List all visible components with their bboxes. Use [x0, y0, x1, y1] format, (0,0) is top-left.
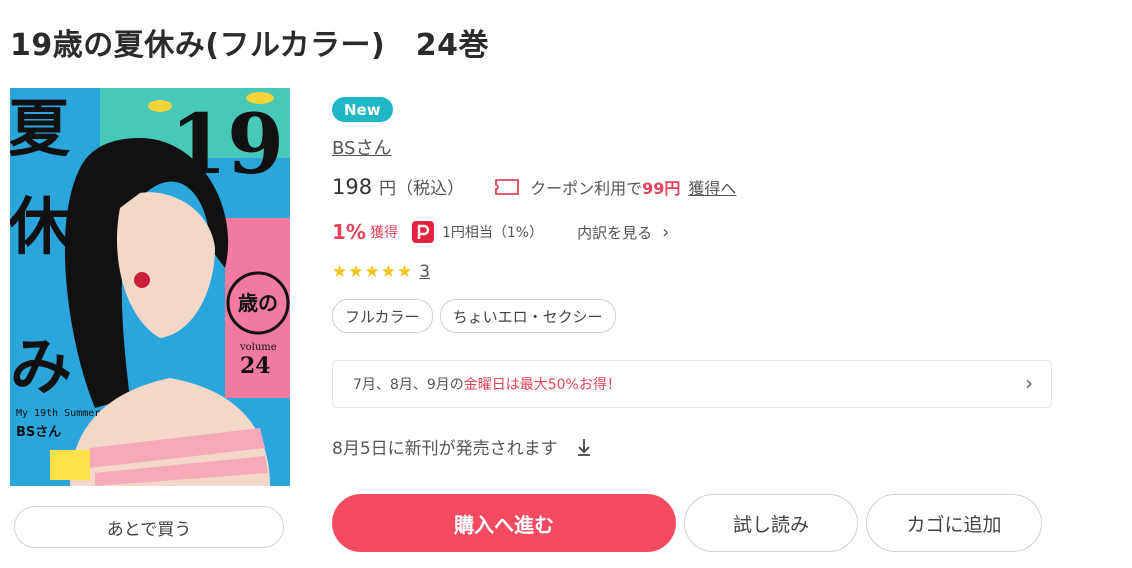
arrow-down-icon: [576, 437, 592, 457]
price-unit: 円（税込）: [379, 179, 465, 199]
release-notice[interactable]: 8月5日に新刊が発売されます: [332, 434, 592, 459]
buy-later-button[interactable]: あとで買う: [14, 506, 284, 548]
paypay-icon: [411, 221, 434, 243]
campaign-banner[interactable]: 7月、8月、9月の 金曜日は最大50%お得！ ›: [332, 360, 1052, 408]
point-percent: 1%: [332, 220, 366, 244]
coupon-get-link[interactable]: 獲得へ: [688, 175, 736, 199]
author-link[interactable]: BSさん: [332, 134, 391, 160]
price-amount: 198: [332, 174, 373, 199]
price-row: 198 円（税込） クーポン利用で 99円 獲得へ: [332, 174, 736, 200]
rating-row: ★ ★ ★ ★ ★ 3: [332, 262, 430, 282]
tag-fullcolor[interactable]: フルカラー: [332, 299, 433, 333]
campaign-prefix: 7月、8月、9月の: [353, 377, 464, 393]
review-count-link[interactable]: 3: [419, 262, 430, 282]
cover-title-char: み: [10, 330, 72, 403]
trial-read-button[interactable]: 試し読み: [684, 494, 858, 552]
point-equivalent: 1円相当（1%）: [441, 225, 544, 241]
breakdown-link[interactable]: 内訳を見る ›: [577, 222, 669, 243]
coupon-text: クーポン利用で: [530, 178, 643, 198]
tag-sexy[interactable]: ちょいエロ・セクシー: [439, 299, 616, 333]
add-to-cart-button[interactable]: カゴに追加: [866, 494, 1042, 552]
chevron-right-icon: ›: [662, 221, 670, 243]
genre-tags: フルカラー ちょいエロ・セクシー: [332, 299, 616, 333]
star-icon: ★: [348, 262, 364, 282]
coupon-icon: [494, 178, 520, 196]
breakdown-label: 内訳を見る: [577, 223, 653, 242]
release-text: 8月5日に新刊が発売されます: [332, 439, 558, 459]
star-icon: ★: [380, 262, 396, 282]
new-badge: New: [332, 97, 393, 122]
star-icon: ★: [397, 262, 413, 282]
cover-sai: 歳の: [238, 291, 278, 315]
star-icon: ★: [332, 262, 348, 282]
campaign-highlight: 金曜日は最大50%お得！: [463, 377, 621, 393]
cover-number: 19: [170, 97, 284, 193]
buy-button[interactable]: 購入へ進む: [332, 494, 676, 552]
coupon-amount: 99円: [642, 178, 681, 198]
cover-title-char: 休: [10, 190, 71, 263]
cover-title-char: 夏: [10, 92, 71, 165]
cover-author: BSさん: [16, 425, 61, 440]
book-cover-image[interactable]: 夏 休 み 19 歳の volume 24 My 19th Summer BSさ…: [10, 88, 290, 486]
cover-volume-number: 24: [240, 353, 271, 379]
point-label: 獲得: [369, 225, 398, 241]
points-row: 1% 獲得 1円相当（1%） 内訳を見る ›: [332, 220, 669, 244]
cover-volume-label: volume: [239, 342, 277, 353]
star-icon: ★: [364, 262, 380, 282]
chevron-right-icon: ›: [1025, 371, 1033, 395]
page-title: 19歳の夏休み(フルカラー) 24巻: [10, 28, 490, 63]
cover-subtitle: My 19th Summer: [16, 408, 100, 419]
